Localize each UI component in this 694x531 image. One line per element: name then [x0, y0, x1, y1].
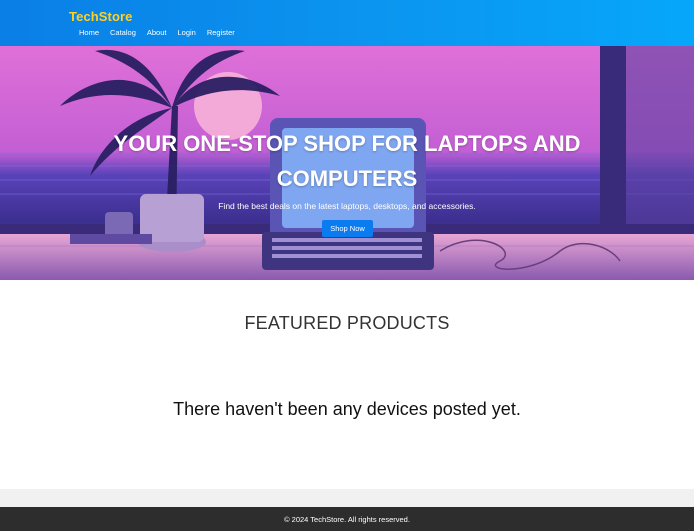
hero-title-line-1: YOUR ONE-STOP SHOP FOR LAPTOPS AND [113, 131, 581, 156]
site-logo[interactable]: TechStore [69, 9, 133, 24]
hero-title: YOUR ONE-STOP SHOP FOR LAPTOPS AND COMPU… [0, 126, 694, 196]
hero-title-line-2: COMPUTERS [276, 166, 418, 191]
featured-products-heading: FEATURED PRODUCTS [244, 313, 450, 333]
hero-banner: YOUR ONE-STOP SHOP FOR LAPTOPS AND COMPU… [0, 46, 694, 280]
nav-home-link[interactable]: Home [79, 28, 99, 37]
nav-catalog-link[interactable]: Catalog [110, 28, 136, 37]
footer-copyright: © 2024 TechStore. All rights reserved. [284, 514, 410, 524]
nav-register-link[interactable]: Register [207, 28, 235, 37]
nav-login-link[interactable]: Login [177, 28, 195, 37]
main-nav: Home Catalog About Login Register [79, 28, 246, 37]
shop-now-button[interactable]: Shop Now [322, 220, 373, 237]
section-divider [0, 489, 694, 507]
site-footer: © 2024 TechStore. All rights reserved. [0, 507, 694, 531]
nav-about-link[interactable]: About [147, 28, 167, 37]
site-header: TechStore Home Catalog About Login Regis… [0, 0, 694, 46]
empty-products-message: There haven't been any devices posted ye… [173, 399, 521, 419]
hero-subtitle: Find the best deals on the latest laptop… [218, 201, 476, 211]
